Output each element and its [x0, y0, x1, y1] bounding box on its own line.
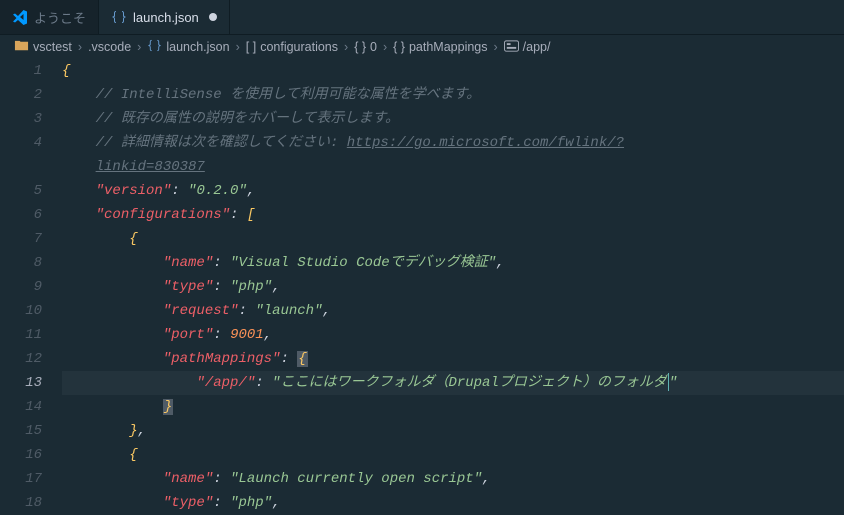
braces-icon: { } [354, 40, 366, 54]
line-number: 8 [0, 251, 42, 275]
code-line: "/app/": "ここにはワークフォルダ（Drupalプロジェクト）のフォルダ… [62, 371, 844, 395]
breadcrumb-app-key[interactable]: /app/ [504, 40, 551, 55]
code-line: "configurations": [ [62, 203, 844, 227]
chevron-right-icon: › [383, 40, 387, 54]
code-line: } [62, 395, 844, 419]
line-number: 3 [0, 107, 42, 131]
line-number: 16 [0, 443, 42, 467]
line-number: 12 [0, 347, 42, 371]
vscode-icon [12, 9, 28, 25]
tab-launch-json[interactable]: launch.json [99, 0, 230, 34]
line-number [0, 155, 42, 179]
line-number: 14 [0, 395, 42, 419]
line-number: 10 [0, 299, 42, 323]
breadcrumb-file-launch[interactable]: launch.json [147, 38, 229, 56]
code-line: "type": "php", [62, 275, 844, 299]
line-number: 1 [0, 59, 42, 83]
line-number: 15 [0, 419, 42, 443]
json-icon [147, 38, 162, 56]
breadcrumb-configurations[interactable]: [ ] configurations [246, 40, 338, 54]
code-line: // IntelliSense を使用して利用可能な属性を学べます。 [62, 83, 844, 107]
breadcrumb-folder-vscode[interactable]: .vscode [88, 40, 131, 54]
code-line: "name": "Launch currently open script", [62, 467, 844, 491]
code-line: }, [62, 419, 844, 443]
breadcrumb-index-0[interactable]: { } 0 [354, 40, 377, 54]
code-line: { [62, 59, 844, 83]
braces-icon: { } [393, 40, 405, 54]
code-line: { [62, 227, 844, 251]
editor-tabs: ようこそ launch.json [0, 0, 844, 35]
tab-welcome[interactable]: ようこそ [0, 0, 99, 34]
code-line: "pathMappings": { [62, 347, 844, 371]
line-number: 5 [0, 179, 42, 203]
breadcrumb: vsctest › .vscode › launch.json › [ ] co… [0, 35, 844, 59]
code-line: "name": "Visual Studio Codeでデバッグ検証", [62, 251, 844, 275]
key-icon [504, 40, 519, 55]
breadcrumb-folder-vsctest[interactable]: vsctest [14, 38, 72, 56]
line-gutter: 1 2 3 4 5 6 7 8 9 10 11 12 13 14 15 16 1… [0, 59, 62, 501]
modified-indicator-icon [209, 13, 217, 21]
folder-icon [14, 38, 29, 56]
code-content[interactable]: { // IntelliSense を使用して利用可能な属性を学べます。 // … [62, 59, 844, 501]
chevron-right-icon: › [236, 40, 240, 54]
line-number: 18 [0, 491, 42, 515]
line-number: 6 [0, 203, 42, 227]
code-editor[interactable]: 1 2 3 4 5 6 7 8 9 10 11 12 13 14 15 16 1… [0, 59, 844, 501]
line-number: 17 [0, 467, 42, 491]
code-line: "port": 9001, [62, 323, 844, 347]
code-line: linkid=830387 [62, 155, 844, 179]
line-number: 2 [0, 83, 42, 107]
tab-label: launch.json [133, 10, 199, 25]
code-line: // 既存の属性の説明をホバーして表示します。 [62, 107, 844, 131]
brackets-icon: [ ] [246, 40, 256, 54]
line-number: 13 [0, 371, 42, 395]
json-icon [111, 9, 127, 25]
line-number: 11 [0, 323, 42, 347]
chevron-right-icon: › [78, 40, 82, 54]
code-line: // 詳細情報は次を確認してください: https://go.microsoft… [62, 131, 844, 155]
chevron-right-icon: › [344, 40, 348, 54]
chevron-right-icon: › [494, 40, 498, 54]
code-line: { [62, 443, 844, 467]
line-number: 7 [0, 227, 42, 251]
code-line: "version": "0.2.0", [62, 179, 844, 203]
chevron-right-icon: › [137, 40, 141, 54]
line-number: 4 [0, 131, 42, 155]
code-line: "request": "launch", [62, 299, 844, 323]
line-number: 9 [0, 275, 42, 299]
code-line: "type": "php", [62, 491, 844, 515]
breadcrumb-pathmappings[interactable]: { } pathMappings [393, 40, 487, 54]
tab-label: ようこそ [34, 8, 86, 27]
